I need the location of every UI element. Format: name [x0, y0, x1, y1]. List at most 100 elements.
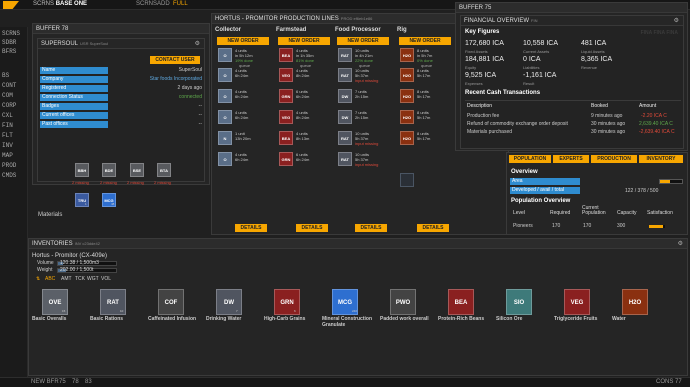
inventory-item[interactable]: DW — [216, 289, 242, 315]
material-mcg-count: 48 — [111, 202, 115, 206]
sidebar-item-sdbr[interactable]: SDBR — [2, 39, 16, 46]
tab-inventory[interactable]: INVENTORY — [639, 155, 683, 163]
sidebar-item-corp[interactable]: CORP — [2, 102, 16, 109]
new-buffer-button[interactable]: NEW BFR — [31, 379, 59, 385]
inventory-item-count: 10 — [120, 309, 124, 313]
material-bde[interactable]: BDE — [102, 163, 116, 177]
buffer-tab-75[interactable]: 75 — [59, 379, 66, 385]
production-order-material[interactable]: RAT — [338, 131, 352, 145]
production-order-material[interactable]: O — [218, 48, 232, 62]
field-value-company[interactable]: Star foods Incorporated — [110, 76, 202, 83]
production-order-material[interactable]: GRN — [279, 89, 293, 103]
production-order-material[interactable]: O — [218, 89, 232, 103]
production-order-material[interactable]: DW — [338, 89, 352, 103]
contact-user-button[interactable]: CONTACT USER — [150, 56, 200, 64]
buffer-tab-78[interactable]: 78 — [72, 379, 79, 385]
production-order-material[interactable]: O — [218, 152, 232, 166]
new-order-button[interactable]: NEW ORDER — [217, 37, 269, 45]
production-order-detail: 8h 13m — [296, 136, 310, 141]
details-button[interactable]: DETAILS — [417, 224, 449, 232]
field-label-current-offices: Current offices — [40, 112, 108, 119]
inventories-header: INVENTORIES INV c23dde42 ⚙ — [29, 239, 687, 249]
sort-wgt[interactable]: WGT — [87, 276, 99, 282]
area-bar-fill — [660, 180, 670, 183]
tab-add[interactable]: ADD — [157, 1, 170, 7]
production-order-material[interactable]: GRN — [279, 152, 293, 166]
details-button[interactable]: DETAILS — [355, 224, 387, 232]
buffer-75-window: BUFFER 75 FINANCIAL OVERVIEW FIN ⚙ FINA FI… — [455, 2, 688, 151]
new-order-button[interactable]: NEW ORDER — [337, 37, 389, 45]
field-label-past-offices: Past offices — [40, 121, 108, 128]
production-order-material[interactable]: RAT — [338, 152, 352, 166]
details-button[interactable]: DETAILS — [296, 224, 328, 232]
sort-vol[interactable]: VOL — [101, 276, 111, 282]
material-bbh[interactable]: BBH — [75, 163, 89, 177]
production-order-material[interactable]: H2O — [400, 68, 414, 82]
production-order-detail: 5h 17m — [417, 136, 431, 141]
sort-tck[interactable]: TCK — [75, 276, 85, 282]
sidebar-item-flt[interactable]: FLT — [2, 132, 13, 139]
inventory-item[interactable]: COF — [158, 289, 184, 315]
tab-experts[interactable]: EXPERTS — [553, 155, 589, 163]
production-order-material[interactable]: VEG — [279, 68, 293, 82]
tab-production[interactable]: PRODUCTION — [591, 155, 637, 163]
tx-header-booked: Booked — [591, 103, 608, 109]
sidebar-item-bfrs[interactable]: BFRS — [2, 48, 16, 55]
production-order-material[interactable]: O — [218, 110, 232, 124]
tab-population[interactable]: POPULATION — [509, 155, 551, 163]
gear-icon[interactable]: ⚙ — [674, 16, 679, 25]
sidebar-item-fin[interactable]: FIN — [2, 122, 13, 129]
production-order-material[interactable]: H2O — [400, 89, 414, 103]
buffer-75-header[interactable]: BUFFER 75 — [456, 3, 687, 13]
inventory-item[interactable]: H2O — [622, 289, 648, 315]
production-order-material[interactable]: RAT — [338, 48, 352, 62]
buffer-tab-83[interactable]: 83 — [85, 379, 92, 385]
expenses-value: 9,525 ICA — [465, 72, 497, 79]
pop-header-capacity: Capacity — [617, 210, 637, 216]
screen-selector[interactable]: SCRNS BASE ONE — [33, 1, 87, 7]
sidebar-item-com[interactable]: COM — [2, 92, 13, 99]
gear-icon[interactable]: ⚙ — [195, 39, 200, 48]
inventory-item[interactable]: VEG — [564, 289, 590, 315]
production-order-material[interactable]: H2O — [400, 110, 414, 124]
production-order-material[interactable]: BEA — [279, 131, 293, 145]
sort-amt[interactable]: AMT — [61, 276, 72, 282]
sidebar-item-prod[interactable]: PROD — [2, 162, 16, 169]
inventory-item[interactable]: GRN — [274, 289, 300, 315]
production-order-material[interactable]: RAT — [338, 68, 352, 82]
sidebar-item-map[interactable]: MAP — [2, 152, 13, 159]
tab-scrns[interactable]: SCRNS — [136, 1, 157, 7]
gear-icon[interactable]: ⚙ — [678, 239, 683, 248]
production-order-detail: 13h 20m — [235, 136, 251, 141]
production-order-material[interactable]: BEA — [279, 48, 293, 62]
production-column-title: Farmstead — [276, 27, 307, 33]
sidebar-item-scrns[interactable]: SCRNS — [2, 30, 20, 37]
current-assets-value: 10,558 ICA — [523, 40, 559, 47]
sidebar-item-bs[interactable]: BS — [2, 72, 9, 79]
sort-icon[interactable]: ⇅ — [36, 276, 40, 282]
production-order-material[interactable]: VEG — [279, 110, 293, 124]
new-order-button[interactable]: NEW ORDER — [278, 37, 330, 45]
inventory-item[interactable]: PWO — [390, 289, 416, 315]
sidebar-item-cmds[interactable]: CMDS — [2, 172, 16, 179]
inventory-item[interactable]: BEA — [448, 289, 474, 315]
new-order-button[interactable]: NEW ORDER — [399, 37, 451, 45]
material-bse[interactable]: BSE — [130, 163, 144, 177]
details-button[interactable]: DETAILS — [235, 224, 267, 232]
production-order-material[interactable]: O — [218, 68, 232, 82]
sidebar-item-cxl[interactable]: CXL — [2, 112, 13, 119]
tab-full[interactable]: FULL — [173, 1, 188, 7]
production-order-material[interactable]: DW — [338, 110, 352, 124]
sidebar-item-cont[interactable]: CONT — [2, 82, 16, 89]
inventory-site[interactable]: Hortus - Promitor (CX-409e) — [32, 253, 107, 259]
cons-button[interactable]: CONS 77 — [656, 379, 682, 385]
production-order-material[interactable]: N — [218, 131, 232, 145]
buffer-78-header[interactable]: BUFFER 78 — [33, 24, 209, 34]
material-bta[interactable]: BTA — [157, 163, 171, 177]
inventory-item[interactable]: SIO — [506, 289, 532, 315]
production-order-material[interactable]: H2O — [400, 48, 414, 62]
production-order-material[interactable]: H2O — [400, 131, 414, 145]
empty-queue-slot[interactable] — [400, 173, 414, 187]
sidebar-item-inv[interactable]: INV — [2, 142, 13, 149]
sort-abc[interactable]: ABC — [45, 276, 55, 282]
